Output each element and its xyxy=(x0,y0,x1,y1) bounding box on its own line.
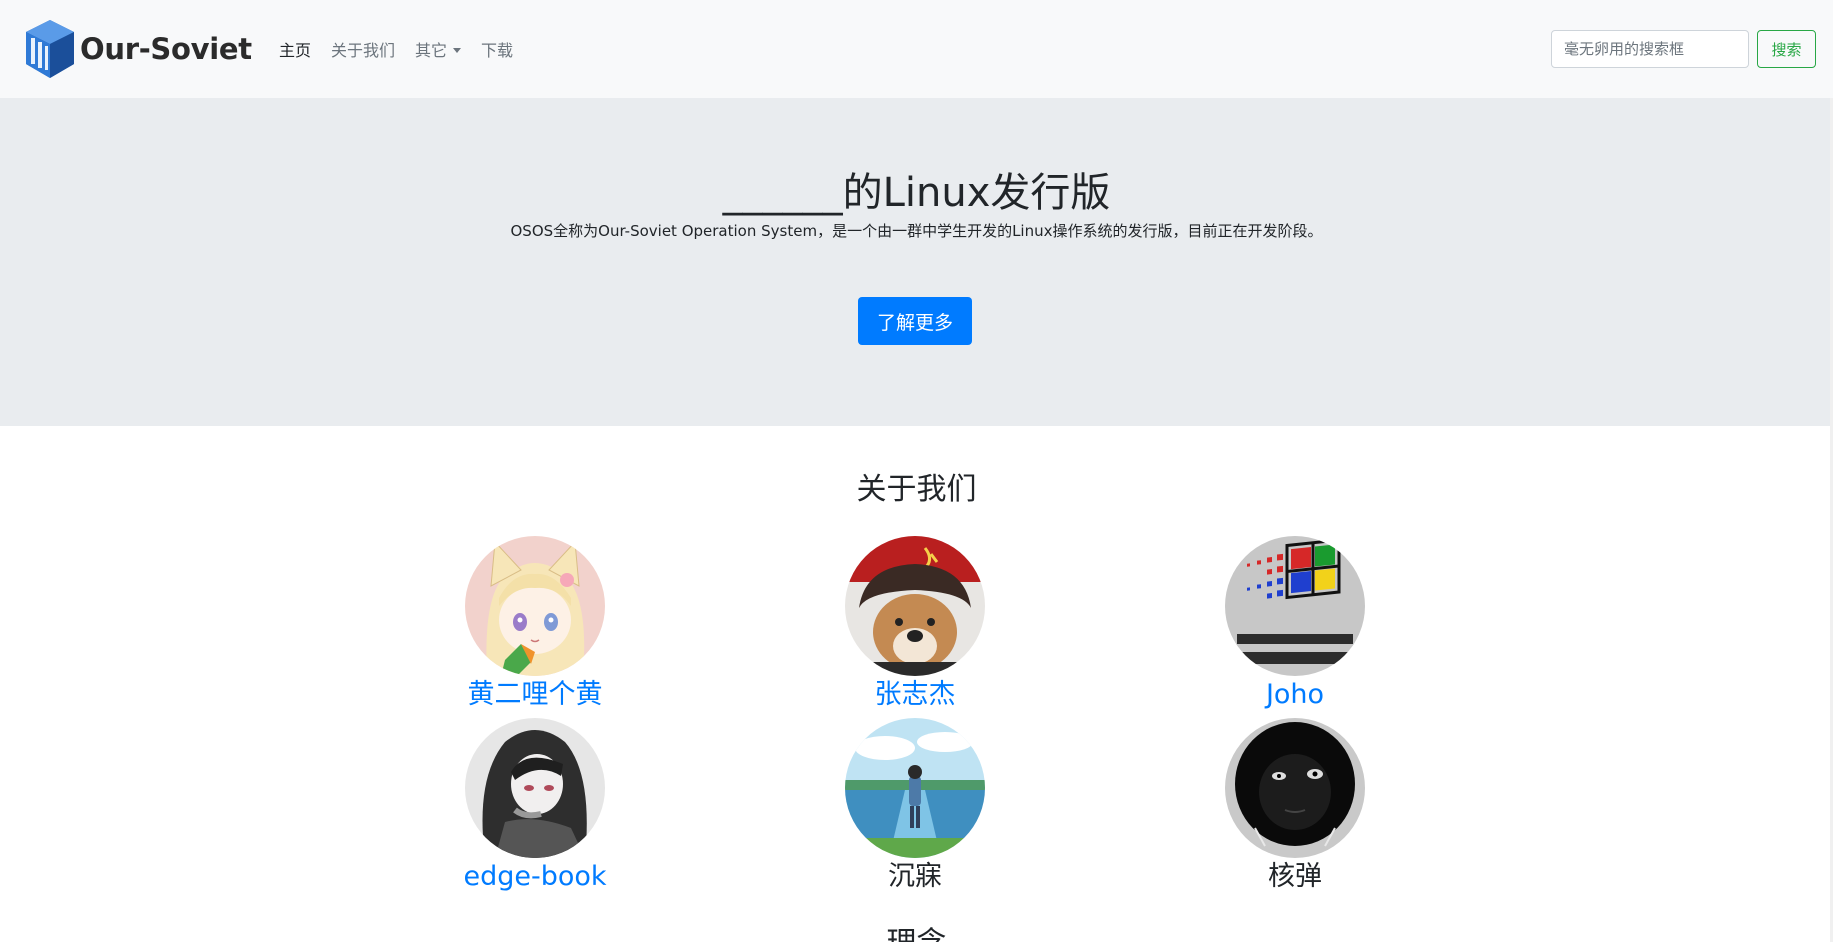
about-title: 关于我们 xyxy=(856,472,977,507)
brand-link[interactable]: Our-Soviet xyxy=(22,18,252,80)
hero-section: ______的Linux发行版 OSOS全称为Our-Soviet Operat… xyxy=(0,98,1833,426)
windows-nt-avatar xyxy=(1225,536,1365,676)
search-button[interactable]: 搜索 xyxy=(1757,30,1816,68)
hero-description: OSOS全称为Our-Soviet Operation System，是一个由一… xyxy=(510,222,1323,240)
member-name: 沉寐 xyxy=(888,861,942,892)
anime-sketch-avatar xyxy=(465,718,605,858)
member-card: 核弹 xyxy=(1200,718,1390,894)
cube-logo-icon xyxy=(26,20,74,78)
nav-about[interactable]: 关于我们 xyxy=(331,37,395,61)
member-name-link[interactable]: Joho xyxy=(1200,678,1390,712)
search-input[interactable] xyxy=(1551,30,1749,68)
dog-hat-avatar xyxy=(845,536,985,676)
nav-other-dropdown[interactable]: 其它 xyxy=(415,37,462,61)
brand-name: Our-Soviet xyxy=(80,32,252,66)
dark-face-avatar xyxy=(1225,718,1365,858)
nav-download[interactable]: 下载 xyxy=(481,37,513,61)
nav-other-label: 其它 xyxy=(415,41,448,60)
navbar: Our-Soviet 主页 关于我们 其它 下载 搜索 xyxy=(0,0,1833,98)
member-name: 核弹 xyxy=(1268,861,1322,892)
nav-home[interactable]: 主页 xyxy=(279,37,311,61)
caret-down-icon xyxy=(453,48,462,53)
anime-girl-avatar xyxy=(465,536,605,676)
member-card: 张志杰 xyxy=(820,536,1010,712)
member-name-link[interactable]: 张志杰 xyxy=(820,678,1010,712)
nav-links: 主页 关于我们 其它 下载 xyxy=(279,37,533,61)
member-name-link[interactable]: 黄二哩个黄 xyxy=(440,678,630,712)
member-card: 黄二哩个黄 xyxy=(440,536,630,712)
lake-boy-avatar xyxy=(845,718,985,858)
member-card: edge-book xyxy=(440,718,630,894)
member-card: Joho xyxy=(1200,536,1390,712)
member-name-link[interactable]: edge-book xyxy=(440,860,630,894)
member-card: 沉寐 xyxy=(820,718,1010,894)
learn-more-button[interactable]: 了解更多 xyxy=(858,297,972,345)
philosophy-title: 理念 xyxy=(0,918,1833,942)
hero-title: ______的Linux发行版 xyxy=(722,170,1111,216)
